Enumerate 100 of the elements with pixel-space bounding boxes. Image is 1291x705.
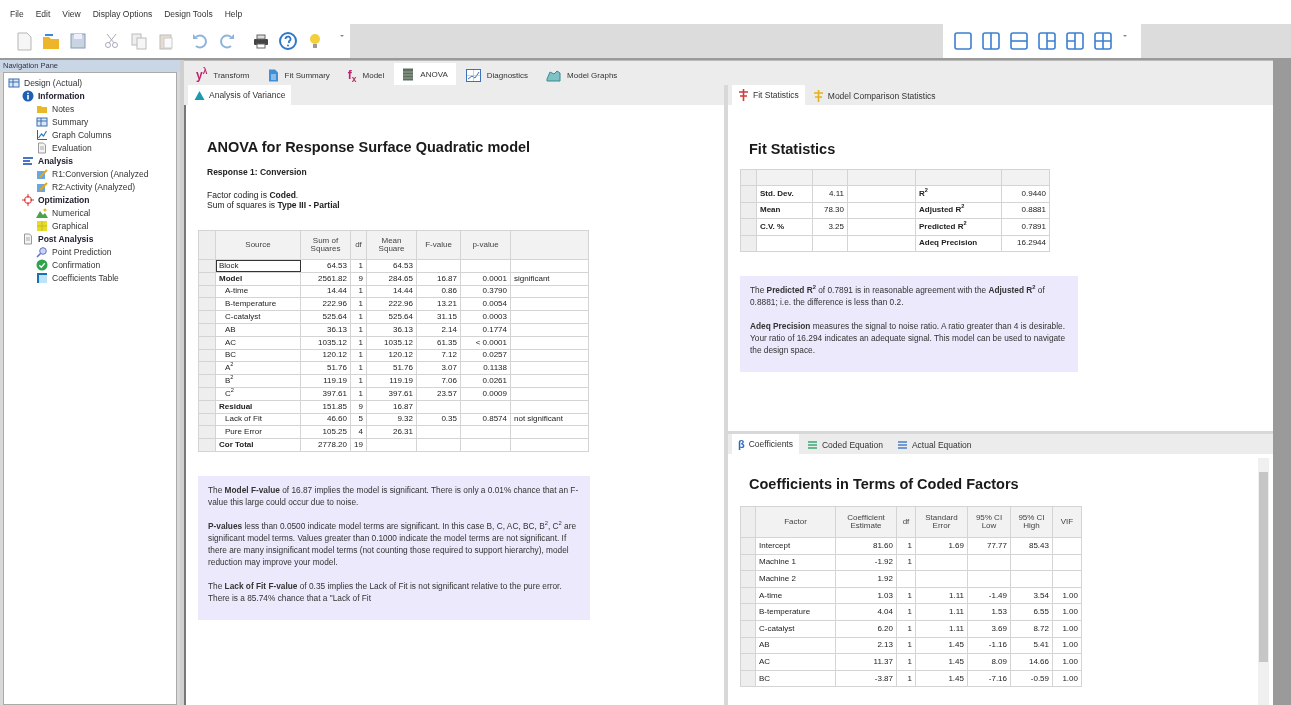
tab[interactable]: f$_{x}$ Model — [339, 65, 393, 85]
split-layout-icon[interactable] — [1065, 31, 1085, 51]
lines-icon — [807, 440, 818, 450]
column-header: Coefficient Estimate — [835, 506, 897, 538]
tree-item[interactable]: Post Analysis — [4, 232, 176, 245]
table-cell: 1 — [350, 387, 367, 401]
table-cell: 51.76 — [300, 361, 351, 375]
menu-item[interactable]: View — [62, 9, 81, 22]
menu-item[interactable]: Display Options — [92, 9, 153, 22]
tab[interactable]: Coded Equation — [801, 436, 889, 454]
table-cell: 4 — [350, 425, 367, 439]
table-cell: 4.04 — [835, 603, 897, 621]
document-icon — [22, 232, 34, 245]
copy-icon[interactable] — [129, 31, 149, 51]
tab[interactable]: y$^{λ}$ Transform — [188, 65, 258, 85]
table-cell: 1 — [350, 259, 367, 273]
tree-item[interactable]: R2:Activity (Analyzed) — [4, 180, 176, 193]
tab[interactable]: Diagnostics — [457, 65, 537, 85]
column-header: Factor — [755, 506, 836, 538]
table-icon — [36, 271, 48, 284]
table-cell: B$^{2}$ — [215, 374, 301, 388]
columns-layout-icon[interactable] — [981, 31, 1001, 51]
table-cell: < 0.0001 — [460, 336, 511, 350]
scroll-thumb[interactable] — [1259, 472, 1268, 662]
tab[interactable]: Actual Equation — [890, 436, 978, 454]
printer-icon[interactable] — [251, 31, 271, 51]
tree-item[interactable]: Optimization — [4, 193, 176, 206]
table-cell: 36.13 — [300, 323, 351, 337]
scrollbar[interactable] — [1258, 458, 1269, 705]
menu-item[interactable]: Help — [224, 9, 243, 22]
table-cell: 397.61 — [366, 387, 417, 401]
tab[interactable]: Analysis of Variance — [188, 85, 292, 105]
menu-item[interactable]: Design Tools — [164, 9, 213, 22]
save-icon[interactable] — [68, 31, 88, 51]
table-cell: 105.25 — [300, 425, 351, 439]
table-cell: 16.87 — [416, 272, 461, 286]
table-cell: 1 — [896, 537, 916, 555]
table-cell: 1 — [896, 637, 916, 654]
surface-icon — [546, 68, 562, 82]
table-cell: 525.64 — [366, 310, 417, 324]
chart-icon — [36, 167, 48, 180]
column-header: Standard Error — [915, 506, 968, 538]
column-header: Sum of Squares — [300, 230, 351, 260]
tree-item[interactable]: Summary — [4, 115, 176, 128]
tab[interactable]: ANOVA — [394, 63, 456, 85]
tree-item[interactable]: Information — [4, 89, 176, 102]
table-cell: BC — [755, 670, 836, 687]
table-cell: 0.0001 — [460, 272, 511, 286]
table-cell: 51.76 — [366, 361, 417, 375]
table-cell: 1.00 — [1052, 620, 1082, 638]
table-cell: Adeq Precision — [915, 235, 1002, 252]
tree-item[interactable]: Notes — [4, 102, 176, 115]
rows-layout-icon[interactable] — [1009, 31, 1029, 51]
table-cell: 1.00 — [1052, 587, 1082, 604]
table-cell: 36.13 — [366, 323, 417, 337]
table-cell: 120.12 — [300, 349, 351, 362]
tree-item[interactable]: Design (Actual) — [4, 76, 176, 89]
table-icon — [36, 115, 48, 128]
table-cell: Adjusted R$^{2}$ — [915, 202, 1002, 219]
paste-icon[interactable] — [156, 31, 176, 51]
table-cell: 2.13 — [835, 637, 897, 654]
tree-item[interactable]: Analysis — [4, 154, 176, 167]
tab[interactable]: Model Comparison Statistics — [806, 87, 942, 105]
table-cell: 1 — [896, 603, 916, 621]
note-paragraph: P-values less than 0.0500 indicate model terms are significant. In this case B, C, AC, BC, B$^{2}$, C$^{2}$ are significant model terms. Values greater than 0.1000 indicate the model terms are not significant. If there are many insignificant model terms (not counting those required to support hierarchy), model reduction may improve your model. — [208, 519, 578, 568]
table-cell: 1 — [350, 374, 367, 388]
tree-item[interactable]: Graph Columns — [4, 128, 176, 141]
tree-item[interactable]: Numerical — [4, 206, 176, 219]
table-cell: Residual — [215, 400, 301, 414]
table-cell: 1 — [350, 285, 367, 298]
tab[interactable]: Fit Statistics — [732, 85, 805, 105]
table-cell: 1 — [896, 653, 916, 671]
table-cell: 3.69 — [967, 620, 1011, 638]
undo-icon[interactable] — [190, 31, 210, 51]
tab[interactable]: Fit Summary — [259, 65, 338, 85]
table-cell: 0.0003 — [460, 310, 511, 324]
folder-icon[interactable] — [41, 31, 61, 51]
tree-item[interactable]: Point Prediction — [4, 245, 176, 258]
table-cell: 1.92 — [835, 570, 897, 588]
single-layout-icon[interactable] — [953, 31, 973, 51]
grid-layout-icon[interactable] — [1093, 31, 1113, 51]
menu-item[interactable]: File — [10, 9, 24, 22]
tab[interactable]: β Coefficients — [732, 434, 799, 454]
crosshair-icon — [22, 193, 34, 206]
tree-item[interactable]: Confirmation — [4, 258, 176, 271]
help-icon[interactable] — [278, 31, 298, 51]
menu-item[interactable]: Edit — [35, 9, 51, 22]
tree-item[interactable]: Coefficients Table — [4, 271, 176, 284]
tree-item[interactable]: Graphical — [4, 219, 176, 232]
tree-item[interactable]: R1:Conversion (Analyzed — [4, 167, 176, 180]
table-cell: B-temperature — [215, 297, 301, 311]
new-document-icon[interactable] — [14, 31, 34, 51]
tree-item[interactable]: Evaluation — [4, 141, 176, 154]
split-layout-icon[interactable] — [1037, 31, 1057, 51]
chart-icon — [36, 180, 48, 193]
table-cell: 397.61 — [300, 387, 351, 401]
table-cell: 1035.12 — [300, 336, 351, 350]
table-cell: 3.25 — [812, 218, 848, 235]
table-cell: 5 — [350, 413, 367, 426]
tab[interactable]: Model Graphs — [538, 65, 626, 85]
